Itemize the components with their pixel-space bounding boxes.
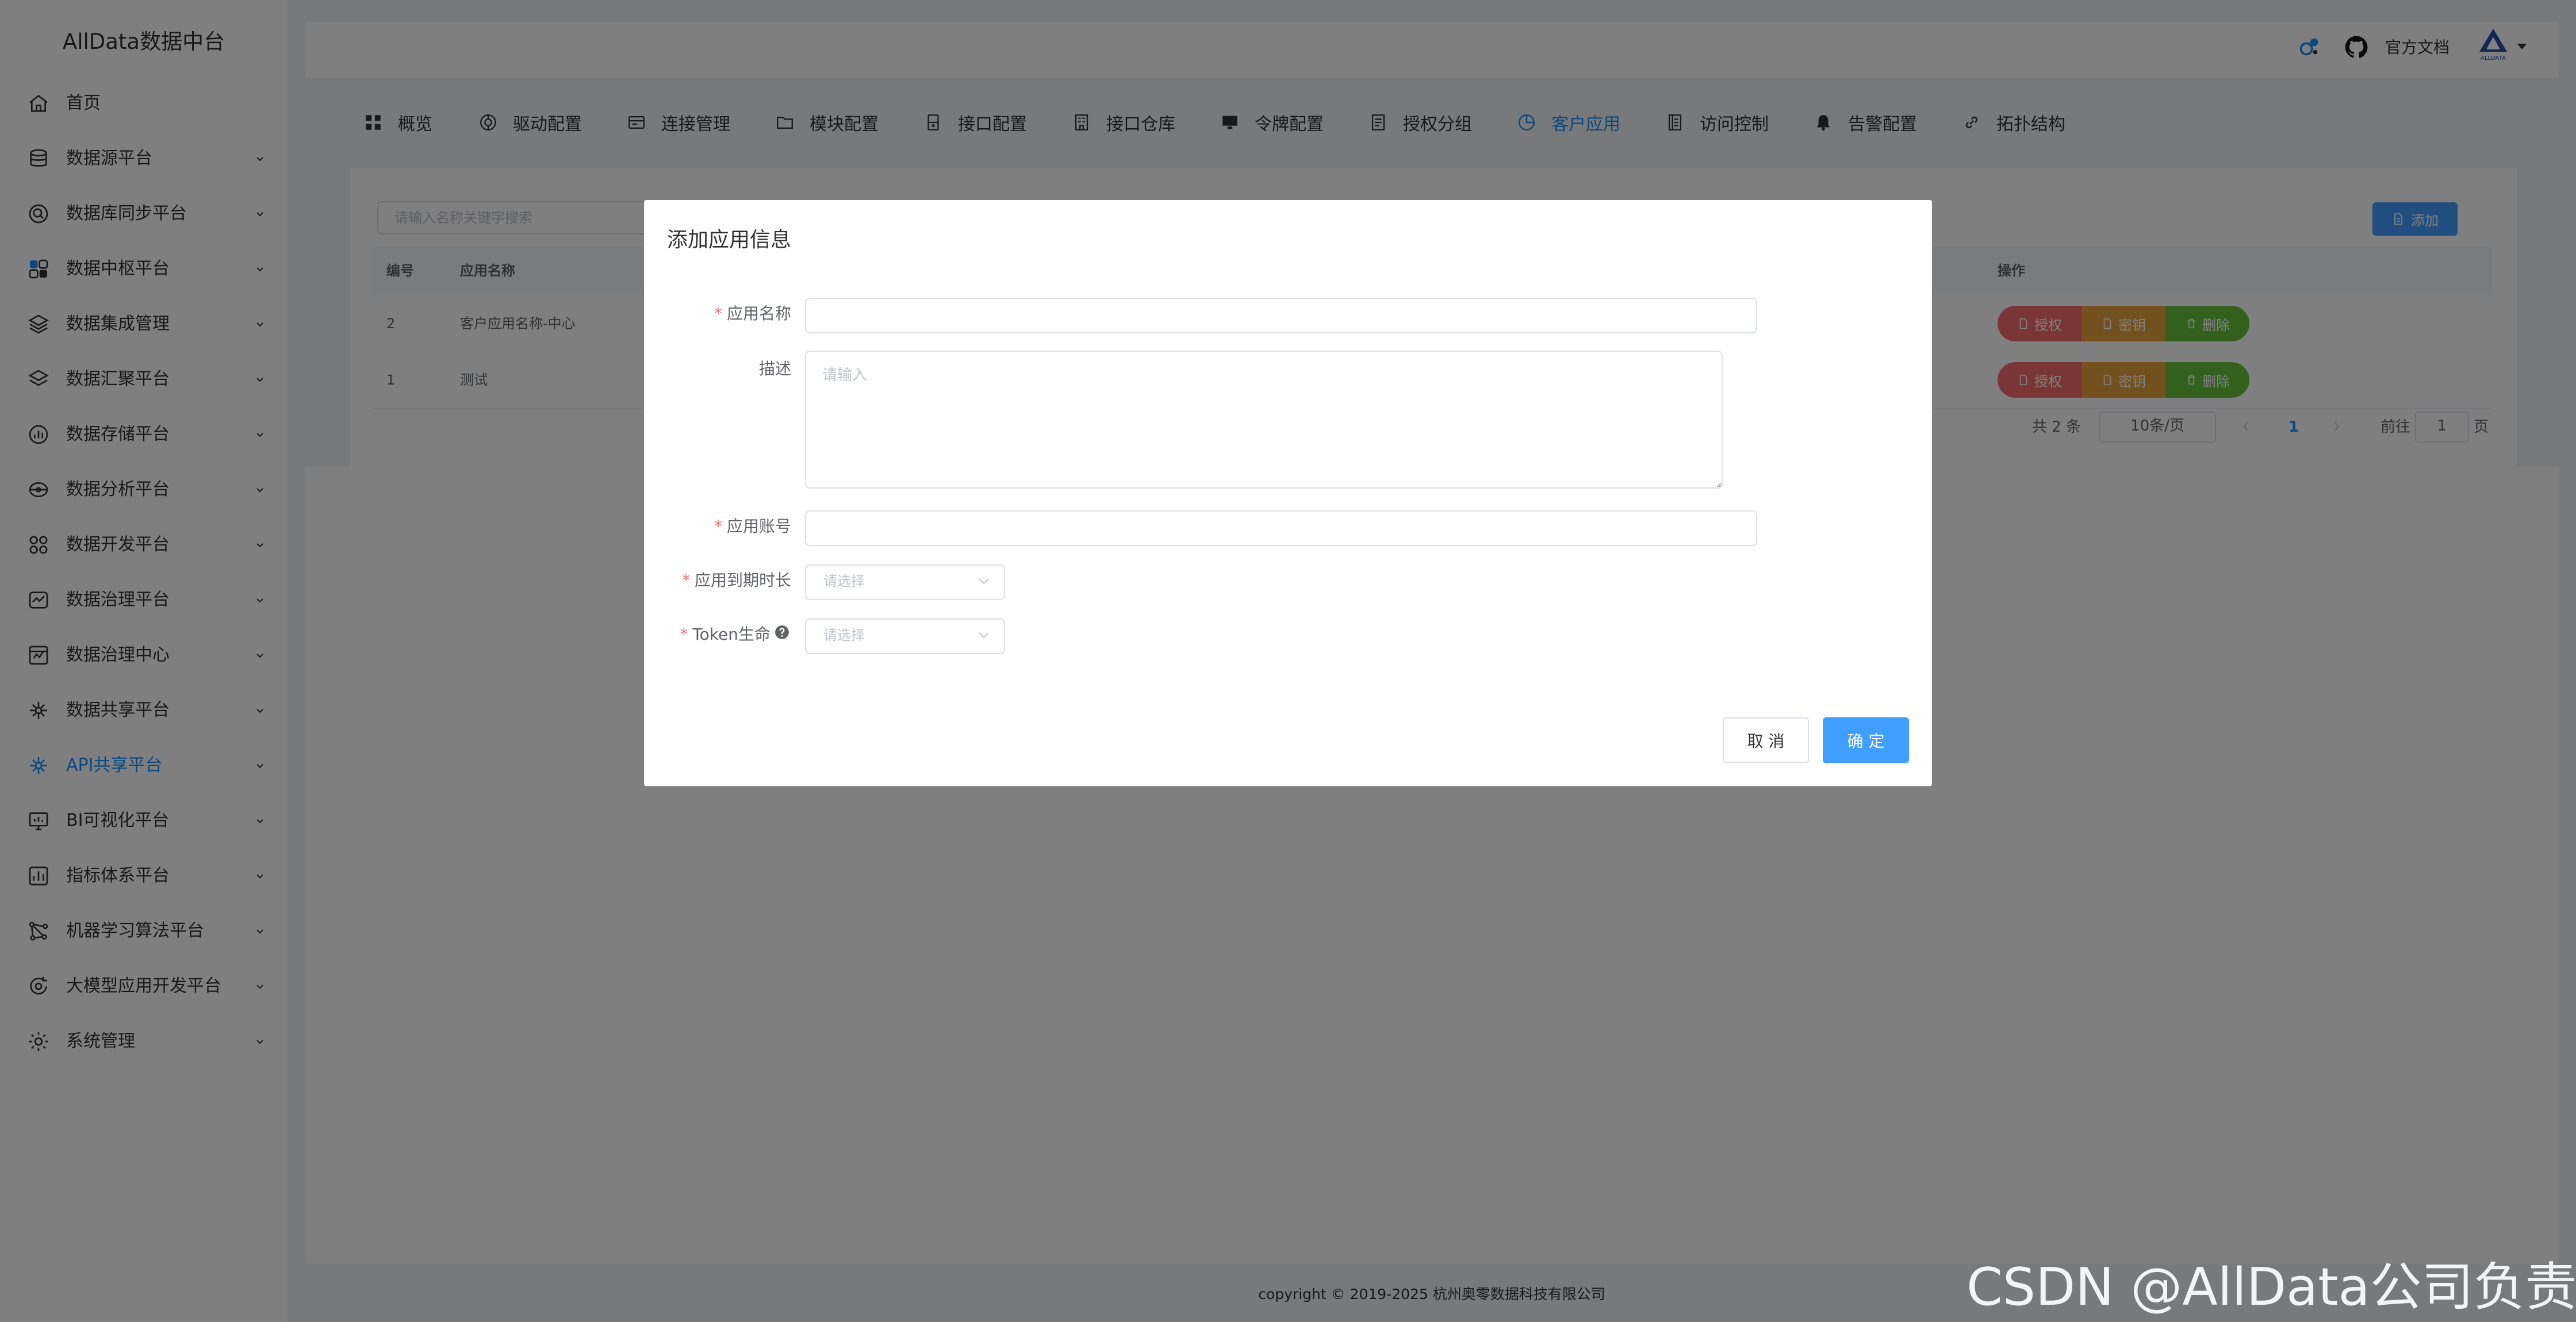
token-life-label: * Token生命 [680, 622, 770, 645]
cancel-button[interactable]: 取 消 [1723, 717, 1809, 763]
app-name-input[interactable] [805, 298, 1757, 333]
token-life-label-text: Token生命 [692, 625, 770, 644]
app-account-input[interactable] [805, 510, 1757, 546]
required-mark: * [714, 304, 722, 323]
required-mark: * [680, 625, 688, 644]
app-name-label-text: 应用名称 [726, 304, 791, 323]
dialog-title: 添加应用信息 [667, 228, 792, 252]
required-mark: * [714, 517, 722, 536]
description-textarea[interactable] [805, 351, 1723, 489]
select-placeholder: 请选择 [823, 627, 865, 643]
description-label: 描述 [758, 359, 791, 378]
app-expiry-select[interactable]: 请选择 [805, 564, 1005, 600]
chevron-down-icon [977, 630, 990, 640]
select-placeholder: 请选择 [823, 573, 865, 589]
app-expiry-label: * 应用到期时长 [682, 568, 791, 591]
chevron-down-icon [977, 576, 990, 586]
app-account-label: * 应用账号 [714, 514, 791, 537]
csdn-watermark: CSDN @AllData公司负责人 [1966, 1257, 2576, 1317]
question-circle-icon[interactable] [775, 625, 789, 640]
add-app-dialog [644, 200, 1932, 786]
confirm-button[interactable]: 确 定 [1823, 717, 1909, 763]
required-mark: * [681, 571, 690, 590]
app-account-label-text: 应用账号 [726, 517, 791, 536]
token-life-select[interactable]: 请选择 [805, 618, 1005, 654]
app-expiry-label-text: 应用到期时长 [694, 571, 791, 590]
app-name-label: * 应用名称 [714, 301, 791, 324]
